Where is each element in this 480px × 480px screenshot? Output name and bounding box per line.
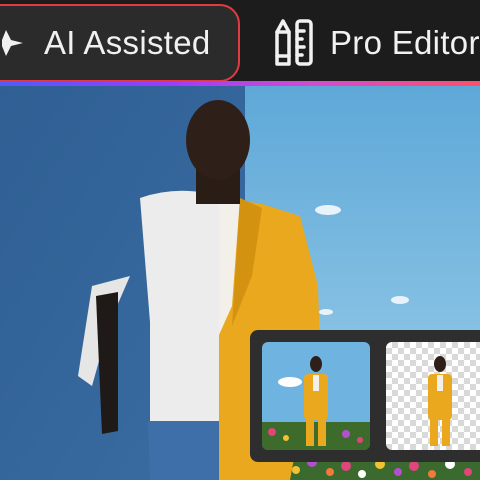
mode-toolbar: AI Assisted Pro Editor (0, 0, 480, 86)
ai-assisted-label: AI Assisted (44, 24, 211, 61)
pro-editor-button[interactable]: Pro Editor (272, 4, 480, 82)
sparkle-icon (2, 28, 26, 58)
pencil-ruler-icon (272, 18, 316, 68)
thumbnail-tray (250, 330, 480, 462)
original-photo-thumbnail[interactable] (262, 342, 370, 450)
ai-assisted-button[interactable]: AI Assisted (0, 4, 240, 82)
cloud (319, 309, 333, 315)
pro-editor-label: Pro Editor (330, 24, 480, 61)
cloud (315, 205, 341, 215)
person-in-yellow-suit (428, 356, 452, 446)
background-removed-thumbnail[interactable] (386, 342, 480, 450)
cloud (391, 296, 409, 304)
